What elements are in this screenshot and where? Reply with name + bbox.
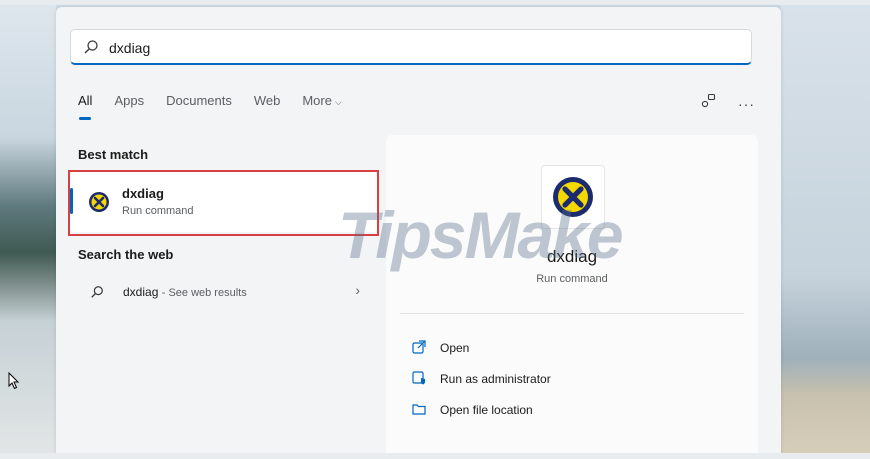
dxdiag-large-icon xyxy=(541,165,605,229)
result-name: dxdiag xyxy=(122,186,164,201)
start-search-panel: All Apps Documents Web More⌵ ··· Best ma… xyxy=(56,7,781,459)
tab-web[interactable]: Web xyxy=(254,93,281,123)
more-options-icon[interactable]: ··· xyxy=(738,96,755,112)
web-search-result[interactable]: dxdiag - See web results › xyxy=(70,279,360,307)
tab-more[interactable]: More ⌵ xyxy=(302,93,341,123)
filter-tabs: All Apps Documents Web More ⌵ xyxy=(78,93,364,123)
result-type: Run command xyxy=(122,205,194,217)
detail-title: dxdiag xyxy=(546,247,598,266)
header-actions: ··· xyxy=(700,93,755,114)
chevron-down-icon: ⌵ xyxy=(334,97,342,107)
selection-indicator xyxy=(70,188,73,214)
screenshot-frame-bottom xyxy=(0,453,870,459)
tab-documents[interactable]: Documents xyxy=(166,93,232,123)
divider xyxy=(400,313,744,314)
detail-subtitle: Run command xyxy=(536,273,608,285)
best-match-result[interactable]: dxdiag Run command xyxy=(70,172,378,232)
tab-all[interactable]: All xyxy=(78,93,92,123)
search-box[interactable] xyxy=(70,29,752,65)
action-label: Open file location xyxy=(440,403,533,417)
tab-apps[interactable]: Apps xyxy=(114,93,144,123)
account-switch-icon[interactable] xyxy=(700,93,716,114)
screenshot-frame-top xyxy=(0,0,870,5)
folder-icon xyxy=(412,404,426,415)
web-suffix: - See web results xyxy=(161,287,247,299)
mouse-cursor-icon xyxy=(8,372,20,390)
chevron-right-icon[interactable]: › xyxy=(355,282,360,298)
search-icon xyxy=(91,286,103,298)
action-label: Open xyxy=(440,341,470,355)
search-web-heading: Search the web xyxy=(78,247,174,262)
shield-icon xyxy=(412,371,425,385)
web-query: dxdiag xyxy=(123,285,159,299)
dxdiag-app-icon xyxy=(89,192,109,212)
desktop-wallpaper-left xyxy=(0,0,56,459)
best-match-heading: Best match xyxy=(78,147,149,162)
action-label: Run as administrator xyxy=(440,372,551,386)
tab-more-label: More xyxy=(302,93,332,108)
search-input[interactable] xyxy=(107,37,711,59)
search-icon xyxy=(84,40,98,54)
open-external-icon xyxy=(412,340,426,354)
desktop-wallpaper-right xyxy=(781,0,870,459)
web-result-text: dxdiag - See web results xyxy=(123,285,247,299)
detail-pane: dxdiag Run command Open Run as administr… xyxy=(386,135,758,459)
